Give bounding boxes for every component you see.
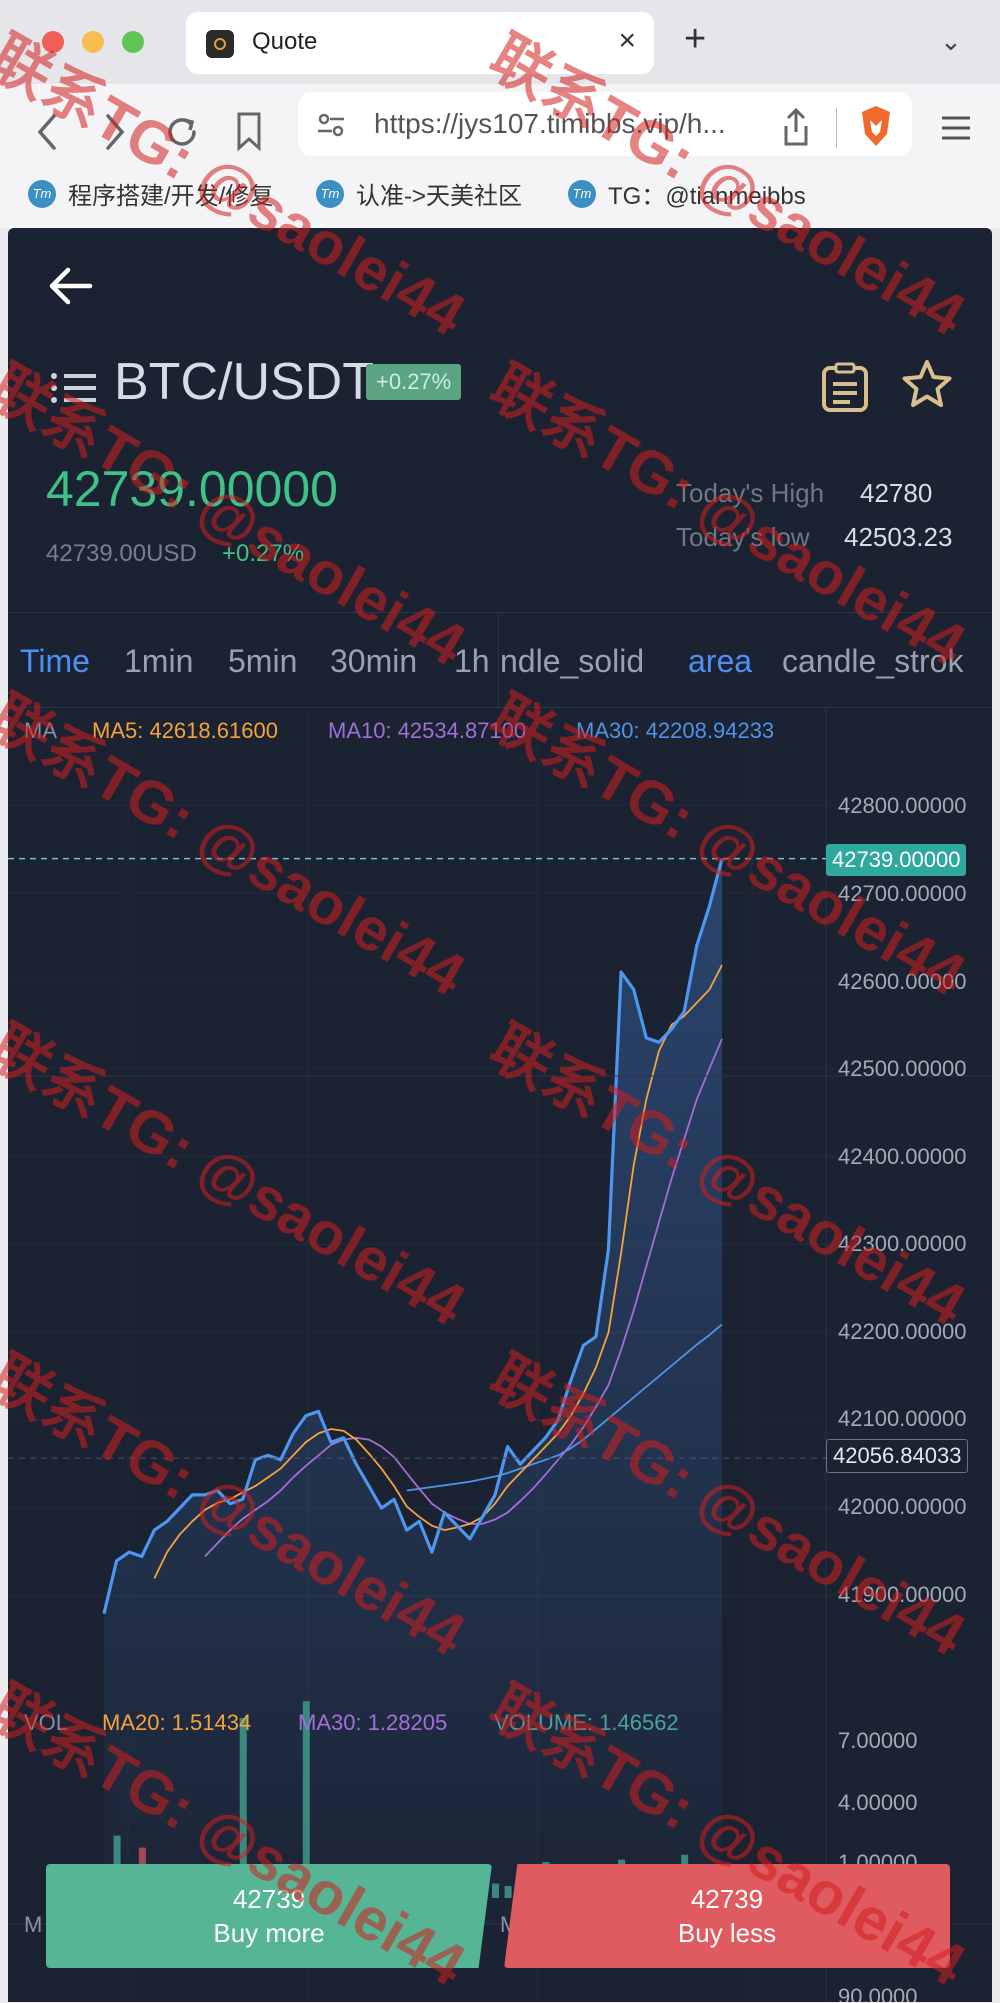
site-settings-icon[interactable] xyxy=(316,110,346,140)
todays-low-label: Today's low xyxy=(676,522,810,552)
browser-tab-bar: Quote × + ⌄ xyxy=(0,0,1000,84)
volume-bar xyxy=(504,1886,512,1898)
bookmarks-bar: Tm 程序搭建/开发/修复 Tm 认准->天美社区 Tm TG：@tianmeibbs xyxy=(0,170,1000,228)
price-axis-tick: 41900.00000 xyxy=(838,1582,967,1607)
tab-area[interactable]: area xyxy=(688,643,752,680)
bookmark-item[interactable]: Tm 程序搭建/开发/修复 xyxy=(28,176,273,211)
ma30-legend: MA30: 42208.94233 xyxy=(576,718,775,743)
ma-legend-label: MA xyxy=(24,718,57,743)
price-axis-tick: 42500.00000 xyxy=(838,1056,967,1081)
brave-shield-icon[interactable] xyxy=(858,104,894,148)
bookmark-favicon-icon: Tm xyxy=(28,179,56,208)
price-usd: 42739.00USD xyxy=(46,540,197,567)
todays-low-value: 42503.23 xyxy=(844,522,953,552)
buy-label: Buy more xyxy=(213,1918,325,1948)
back-arrow-icon[interactable] xyxy=(48,266,94,306)
timeframe-tabs: Time 1min 5min 30min 1h ndle_solid area … xyxy=(8,612,992,708)
price-axis-tick: 42100.00000 xyxy=(838,1406,967,1431)
last-price-tag: 42739.00000 xyxy=(826,844,967,876)
address-bar[interactable]: https://jys107.timibbs.vip/h... xyxy=(298,92,912,156)
bookmark-label: 程序搭建/开发/修复 xyxy=(68,183,274,210)
window-maximize-button[interactable] xyxy=(122,31,144,53)
trading-pair-title[interactable]: BTC/USDT xyxy=(114,352,374,412)
buy-less-button[interactable]: 42739 Buy less xyxy=(504,1864,950,1968)
forward-arrow-icon[interactable] xyxy=(100,112,128,152)
vol-axis-tick: 7.00000 xyxy=(838,1728,918,1753)
reload-icon[interactable] xyxy=(162,112,202,152)
price-axis-tick: 42700.00000 xyxy=(838,881,967,906)
price-axis-tick: 42800.00000 xyxy=(838,793,967,818)
price-axis-tick: 42600.00000 xyxy=(838,969,967,994)
tab-candle-solid[interactable]: ndle_solid xyxy=(500,643,644,680)
bookmark-item[interactable]: Tm 认准->天美社区 xyxy=(316,176,522,211)
price-axis-tick: 42200.00000 xyxy=(838,1319,967,1344)
bookmark-item[interactable]: Tm TG：@tianmeibbs xyxy=(568,176,806,211)
bookmark-favicon-icon: Tm xyxy=(316,179,344,208)
indicator-pane-label: M xyxy=(24,1912,43,1937)
todays-high-value: 42780 xyxy=(860,478,933,508)
last-price: 42739.00000 xyxy=(46,461,338,517)
price-axis-tick: 42300.00000 xyxy=(838,1231,967,1256)
bookmark-label: TG：@tianmeibbs xyxy=(608,183,806,210)
tab-close-button[interactable]: × xyxy=(618,24,636,58)
tab-1min[interactable]: 1min xyxy=(124,643,193,680)
url-text[interactable]: https://jys107.timibbs.vip/h... xyxy=(374,108,726,140)
cursor-price-tag: 42056.84033 xyxy=(826,1439,969,1473)
tab-time[interactable]: Time xyxy=(20,643,90,680)
volume-bar xyxy=(491,1883,499,1898)
tab-title: Quote xyxy=(252,28,318,55)
vol-ma30-legend: MA30: 1.28205 xyxy=(298,1710,448,1735)
sell-label: Buy less xyxy=(677,1918,777,1948)
hamburger-menu-icon[interactable] xyxy=(940,112,972,144)
tab-list-chevron-icon[interactable]: ⌄ xyxy=(940,26,962,57)
site-favicon-icon xyxy=(206,30,234,58)
volume-legend: VOLUME: 1.46562 xyxy=(494,1710,679,1735)
bookmark-icon[interactable] xyxy=(234,110,264,152)
clipboard-notes-icon[interactable] xyxy=(820,362,870,412)
bookmark-favicon-icon: Tm xyxy=(568,179,596,208)
window-close-button[interactable] xyxy=(42,31,64,53)
price-axis-tick: 42400.00000 xyxy=(838,1144,967,1169)
list-menu-icon[interactable] xyxy=(50,368,98,408)
bookmark-label: 认准->天美社区 xyxy=(356,183,523,210)
favorite-star-icon[interactable] xyxy=(900,358,954,412)
ma5-legend: MA5: 42618.61600 xyxy=(92,718,278,743)
tabs-divider xyxy=(498,613,499,707)
tab-5min[interactable]: 5min xyxy=(228,643,297,680)
browser-tab[interactable]: Quote × xyxy=(186,12,654,74)
new-tab-button[interactable]: + xyxy=(684,20,706,58)
vol-ma20-legend: MA20: 1.51434 xyxy=(102,1710,252,1735)
vol-axis-tick: 4.00000 xyxy=(838,1790,918,1815)
price-area-fill xyxy=(104,858,722,1924)
tab-1h[interactable]: 1h xyxy=(454,643,490,680)
todays-high-label: Today's High xyxy=(676,478,825,508)
tab-candle-stroke[interactable]: candle_strok xyxy=(782,643,963,680)
indicator-axis-tick: 90.0000 xyxy=(838,1984,918,2002)
ma10-legend: MA10: 42534.87100 xyxy=(328,718,527,743)
price-change-percent: +0.27% xyxy=(222,540,305,567)
share-icon[interactable] xyxy=(780,106,812,150)
tab-30min[interactable]: 30min xyxy=(330,643,417,680)
toolbar-divider xyxy=(836,108,837,148)
window-minimize-button[interactable] xyxy=(82,31,104,53)
buy-more-button[interactable]: 42739 Buy more xyxy=(46,1864,492,1968)
back-arrow-icon[interactable] xyxy=(34,112,62,152)
buy-price: 42739 xyxy=(232,1884,306,1914)
browser-nav-bar: https://jys107.timibbs.vip/h... xyxy=(0,84,1000,184)
price-axis-tick: 42000.00000 xyxy=(838,1494,967,1519)
vol-legend-label: VOL xyxy=(24,1710,69,1735)
sell-price: 42739 xyxy=(690,1884,764,1914)
quote-app: BTC/USDT +0.27% 42739.00000 42739.00USD … xyxy=(8,228,992,2002)
change-badge: +0.27% xyxy=(366,364,462,400)
